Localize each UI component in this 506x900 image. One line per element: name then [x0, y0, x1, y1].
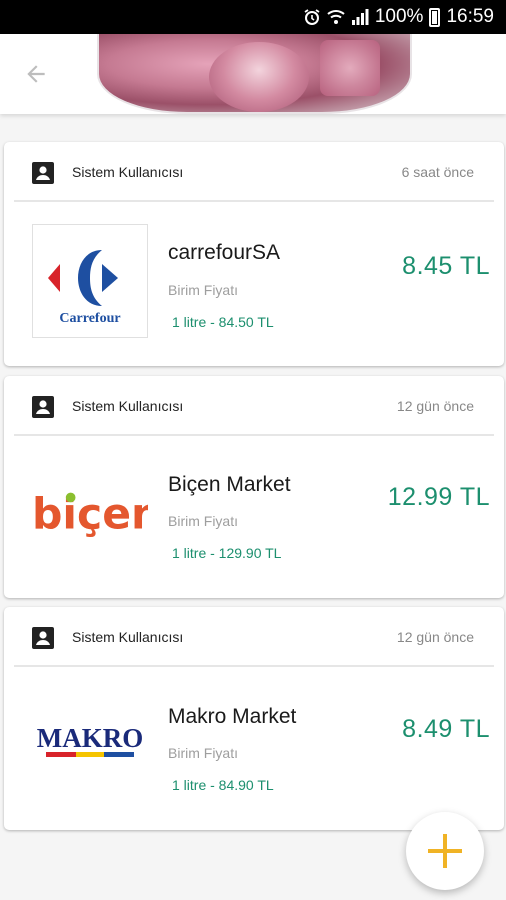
divider — [14, 200, 494, 202]
makro-logo-icon: MAKRO — [37, 723, 143, 757]
ice-cream-scoop — [209, 42, 309, 112]
bicen-logo-text: biçen — [32, 490, 148, 539]
carrefour-logo-text: Carrefour — [59, 311, 120, 326]
plus-icon — [428, 834, 462, 868]
carrefour-logo-icon: Carrefour — [48, 250, 121, 326]
unit-price: 1 litre - 84.50 TL — [172, 314, 274, 330]
offer-card[interactable]: Sistem Kullanıcısı 12 gün önce MAKRO Mak… — [4, 607, 504, 830]
clock: 16:59 — [446, 6, 494, 27]
divider — [14, 665, 494, 667]
unit-price-label: Birim Fiyatı — [168, 513, 238, 529]
price: 8.49 TL — [402, 715, 490, 743]
product-image — [97, 34, 412, 114]
store-logo-makro: MAKRO — [32, 685, 148, 799]
user-name: Sistem Kullanıcısı — [72, 629, 184, 645]
account-box-icon — [32, 396, 54, 418]
status-bar: 100% 16:59 — [0, 0, 506, 34]
signal-icon — [351, 8, 369, 26]
offer-card[interactable]: Sistem Kullanıcısı 6 saat önce Carrefour… — [4, 142, 504, 366]
store-logo-bicen: biçen — [32, 454, 148, 568]
market-name: Makro Market — [168, 705, 297, 728]
account-box-icon — [32, 627, 54, 649]
user-name: Sistem Kullanıcısı — [72, 164, 184, 180]
battery-icon — [429, 7, 441, 27]
account-box-icon — [32, 162, 54, 184]
add-price-button[interactable] — [406, 812, 484, 890]
offer-card[interactable]: Sistem Kullanıcısı 12 gün önce biçen Biç… — [4, 376, 504, 598]
product-label — [320, 40, 380, 96]
market-name: Biçen Market — [168, 473, 291, 496]
unit-price: 1 litre - 84.90 TL — [172, 777, 274, 793]
card-header: Sistem Kullanıcısı 6 saat önce — [4, 142, 504, 200]
time-ago: 12 gün önce — [396, 629, 474, 645]
user-name: Sistem Kullanıcısı — [72, 398, 184, 414]
price: 12.99 TL — [387, 483, 490, 511]
price: 8.45 TL — [402, 252, 490, 280]
time-ago: 12 gün önce — [396, 398, 474, 414]
battery-level: 100% — [374, 6, 424, 27]
card-header: Sistem Kullanıcısı 12 gün önce — [4, 607, 504, 665]
market-name: carrefourSA — [168, 241, 281, 264]
time-ago: 6 saat önce — [401, 164, 474, 180]
makro-logo-text: MAKRO — [37, 723, 143, 753]
divider — [14, 434, 494, 436]
wifi-icon — [327, 8, 345, 26]
app-bar — [0, 34, 506, 114]
unit-price-label: Birim Fiyatı — [168, 745, 238, 761]
back-button[interactable] — [18, 56, 54, 92]
card-header: Sistem Kullanıcısı 12 gün önce — [4, 376, 504, 434]
unit-price-label: Birim Fiyatı — [168, 282, 238, 298]
store-logo-carrefour: Carrefour — [32, 224, 148, 338]
unit-price: 1 litre - 129.90 TL — [172, 545, 282, 561]
alarm-icon — [303, 8, 321, 26]
bicen-logo-icon: biçen — [32, 490, 148, 539]
arrow-left-icon — [27, 65, 45, 83]
